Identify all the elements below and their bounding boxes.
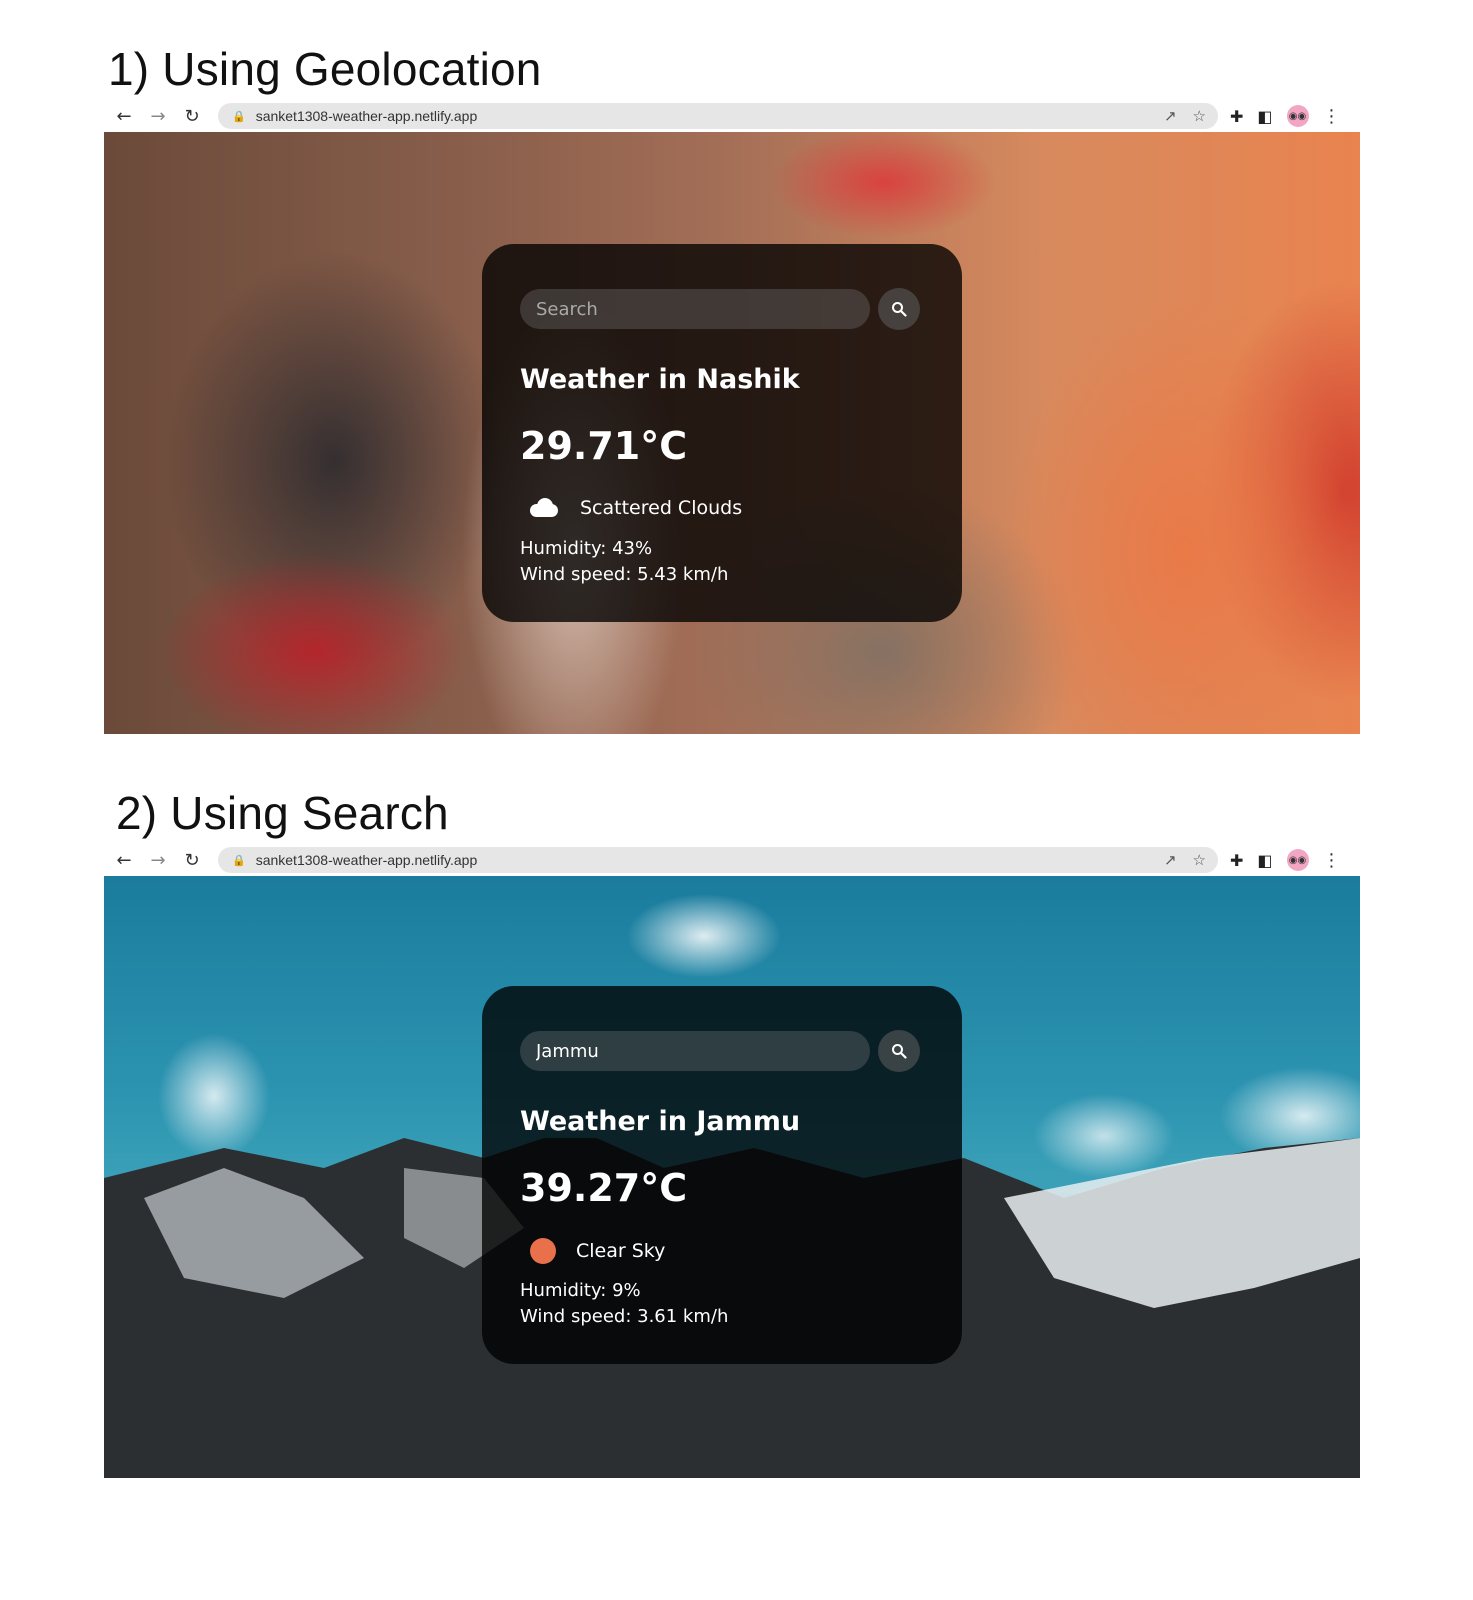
section-title-geolocation: 1) Using Geolocation <box>108 43 542 95</box>
humidity: Humidity: 43% <box>520 538 653 559</box>
weather-city-title: Weather in Nashik <box>520 364 800 395</box>
search-button[interactable] <box>878 288 920 330</box>
share-icon[interactable]: ↗ <box>1164 107 1177 125</box>
weather-card: Weather in Nashik 29.71°C Scattered Clou… <box>482 244 962 622</box>
browser-window-search: ← → ↻ 🔒 sanket1308-weather-app.netlify.a… <box>104 844 1360 1478</box>
wind-speed: Wind speed: 5.43 km/h <box>520 564 729 585</box>
back-arrow-icon[interactable]: ← <box>110 102 138 130</box>
avatar-icon[interactable]: ◉◉ <box>1286 849 1309 871</box>
wind-speed: Wind speed: 3.61 km/h <box>520 1306 729 1327</box>
address-bar[interactable]: 🔒 sanket1308-weather-app.netlify.app ↗ ☆ <box>218 847 1218 873</box>
side-panel-icon[interactable]: ◧ <box>1257 851 1272 870</box>
cloud-icon <box>526 496 560 520</box>
search-button[interactable] <box>878 1030 920 1072</box>
avatar-icon[interactable]: ◉◉ <box>1286 105 1309 127</box>
description-row: Clear Sky <box>526 1238 665 1264</box>
puzzle-icon[interactable]: ✚ <box>1230 851 1243 870</box>
weather-description: Scattered Clouds <box>580 497 743 519</box>
search-input[interactable] <box>520 289 870 329</box>
weather-city-title: Weather in Jammu <box>520 1106 801 1137</box>
description-row: Scattered Clouds <box>526 496 742 520</box>
browser-toolbar: ← → ↻ 🔒 sanket1308-weather-app.netlify.a… <box>104 100 1360 132</box>
weather-description: Clear Sky <box>576 1240 666 1262</box>
forward-arrow-icon[interactable]: → <box>144 102 172 130</box>
star-icon[interactable]: ☆ <box>1193 107 1206 125</box>
search-input[interactable] <box>520 1031 870 1071</box>
kebab-menu-icon[interactable]: ⋮ <box>1323 106 1341 127</box>
reload-icon[interactable]: ↻ <box>178 846 206 874</box>
reload-icon[interactable]: ↻ <box>178 102 206 130</box>
back-arrow-icon[interactable]: ← <box>110 846 138 874</box>
lock-icon: 🔒 <box>232 109 246 123</box>
share-icon[interactable]: ↗ <box>1164 851 1177 869</box>
browser-toolbar: ← → ↻ 🔒 sanket1308-weather-app.netlify.a… <box>104 844 1360 876</box>
temperature: 29.71°C <box>520 424 688 468</box>
forward-arrow-icon[interactable]: → <box>144 846 172 874</box>
search-row <box>520 1030 920 1072</box>
humidity: Humidity: 9% <box>520 1280 641 1301</box>
section-title-search: 2) Using Search <box>116 787 449 839</box>
temperature: 39.27°C <box>520 1166 688 1210</box>
search-icon <box>892 1044 907 1059</box>
puzzle-icon[interactable]: ✚ <box>1230 107 1243 126</box>
side-panel-icon[interactable]: ◧ <box>1257 107 1272 126</box>
search-icon <box>892 302 907 317</box>
weather-card: Weather in Jammu 39.27°C Clear Sky Humid… <box>482 986 962 1364</box>
search-row <box>520 288 920 330</box>
page-viewport: Weather in Jammu 39.27°C Clear Sky Humid… <box>104 876 1360 1478</box>
address-bar[interactable]: 🔒 sanket1308-weather-app.netlify.app ↗ ☆ <box>218 103 1218 129</box>
kebab-menu-icon[interactable]: ⋮ <box>1323 850 1341 871</box>
page-viewport: Weather in Nashik 29.71°C Scattered Clou… <box>104 132 1360 734</box>
url-text: sanket1308-weather-app.netlify.app <box>255 852 478 868</box>
browser-window-geolocation: ← → ↻ 🔒 sanket1308-weather-app.netlify.a… <box>104 100 1360 734</box>
url-text: sanket1308-weather-app.netlify.app <box>255 108 478 124</box>
lock-icon: 🔒 <box>232 853 246 867</box>
star-icon[interactable]: ☆ <box>1193 851 1206 869</box>
sun-icon <box>530 1238 556 1264</box>
